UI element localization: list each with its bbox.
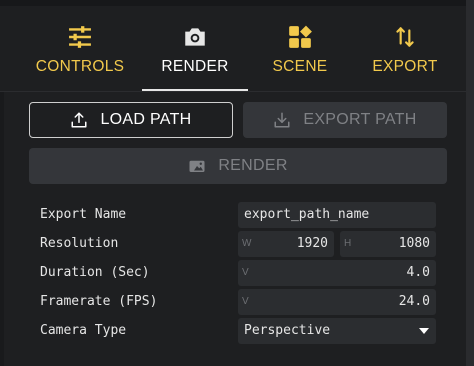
duration-row: Duration (Sec) V 4.0 xyxy=(40,260,440,286)
tab-scene[interactable]: SCENE xyxy=(256,0,344,92)
upload-icon xyxy=(71,112,87,128)
duration-prefix: V xyxy=(242,267,249,278)
framerate-row: Framerate (FPS) V 24.0 xyxy=(40,289,440,315)
tab-export[interactable]: EXPORT xyxy=(360,0,450,92)
resolution-width-input[interactable]: W 1920 xyxy=(238,231,334,257)
shapes-icon xyxy=(289,25,312,48)
caret-down-icon xyxy=(419,328,429,334)
framerate-value: 24.0 xyxy=(398,294,430,309)
tab-bar: CONTROLS RENDER SCENE EXPORT xyxy=(0,0,466,92)
load-path-button[interactable]: LOAD PATH xyxy=(29,102,233,138)
render-label: RENDER xyxy=(218,157,288,174)
export-name-input[interactable]: export_path_name xyxy=(238,202,436,228)
camera-icon xyxy=(185,28,205,46)
tab-render[interactable]: RENDER xyxy=(142,0,248,92)
height-value: 1080 xyxy=(398,236,430,251)
export-path-button[interactable]: EXPORT PATH xyxy=(243,102,447,138)
width-value: 1920 xyxy=(296,236,328,251)
left-edge xyxy=(0,92,4,366)
resolution-height-input[interactable]: H 1080 xyxy=(340,231,436,257)
duration-label: Duration (Sec) xyxy=(40,265,150,280)
sliders-icon xyxy=(69,26,91,48)
tab-controls-label: CONTROLS xyxy=(35,58,125,75)
export-name-value: export_path_name xyxy=(244,207,370,222)
export-name-label: Export Name xyxy=(40,207,127,222)
swap-vertical-icon xyxy=(396,27,414,47)
height-prefix: H xyxy=(344,238,352,249)
export-name-row: Export Name export_path_name xyxy=(40,202,440,228)
duration-value: 4.0 xyxy=(406,265,430,280)
camera-type-value: Perspective xyxy=(244,323,331,338)
duration-input[interactable]: V 4.0 xyxy=(238,260,436,286)
video-camera-icon xyxy=(189,160,205,172)
tab-export-label: EXPORT xyxy=(372,58,438,75)
tab-scene-label: SCENE xyxy=(272,58,328,75)
export-path-label: EXPORT PATH xyxy=(303,111,417,128)
tab-render-label: RENDER xyxy=(161,58,229,75)
scrollbar-track[interactable] xyxy=(466,0,474,366)
camera-type-row: Camera Type Perspective xyxy=(40,318,440,344)
framerate-input[interactable]: V 24.0 xyxy=(238,289,436,315)
render-button[interactable]: RENDER xyxy=(29,148,447,184)
download-icon xyxy=(274,112,290,128)
camera-type-label: Camera Type xyxy=(40,323,127,338)
resolution-row: Resolution W 1920 H 1080 xyxy=(40,231,440,257)
camera-type-select[interactable]: Perspective xyxy=(238,318,436,344)
framerate-prefix: V xyxy=(242,296,249,307)
resolution-label: Resolution xyxy=(40,236,119,251)
load-path-label: LOAD PATH xyxy=(100,111,192,128)
framerate-label: Framerate (FPS) xyxy=(40,294,158,309)
tab-divider xyxy=(0,91,466,92)
tab-controls[interactable]: CONTROLS xyxy=(24,0,136,92)
width-prefix: W xyxy=(242,238,252,249)
